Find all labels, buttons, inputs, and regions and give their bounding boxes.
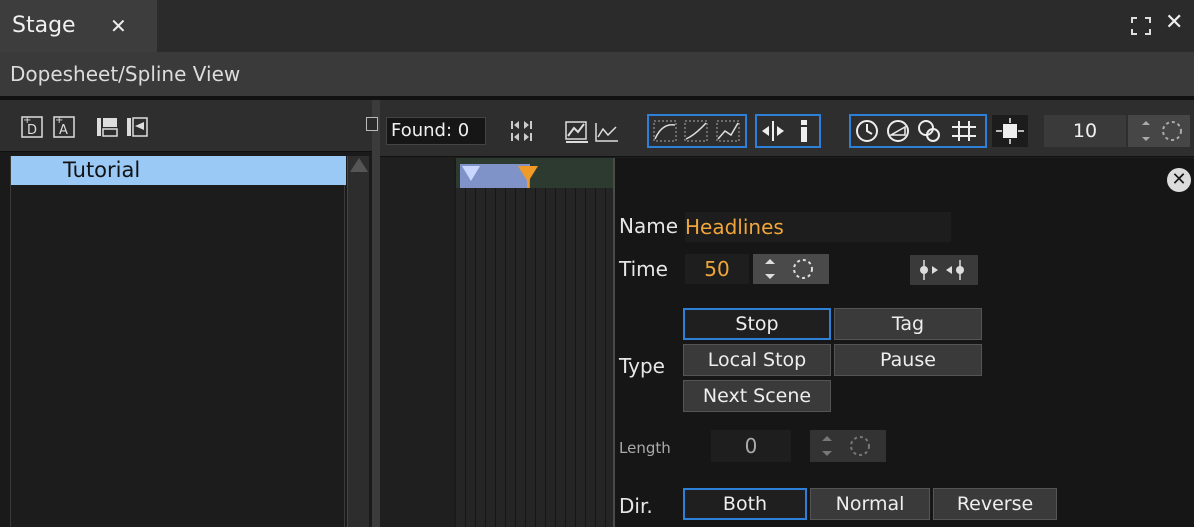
close-panel-icon[interactable]: ✕ [1165,10,1183,35]
key-nav-icon[interactable] [910,255,978,285]
zoom-input[interactable]: 10 [1044,115,1126,147]
graph-icon[interactable] [563,115,591,147]
tree-pane: D + A + Tutorial [0,100,372,527]
info-icon[interactable] [789,115,819,147]
add-tag-icon[interactable] [124,112,150,140]
timeline-area[interactable] [380,158,613,527]
add-stop-icon[interactable] [94,112,120,140]
name-field[interactable]: Headlines [685,212,951,242]
spline-icon-3[interactable] [713,115,743,147]
length-value: 0 [744,434,758,458]
start-marker-icon[interactable] [462,166,480,181]
tab-stage-label: Stage [12,13,76,38]
tab-stage[interactable]: Stage ✕ [0,0,157,52]
length-spinner[interactable] [810,430,886,462]
tab-close-icon[interactable]: ✕ [110,0,127,52]
scroll-up-icon[interactable] [350,158,368,172]
add-director-icon[interactable]: D + [20,112,46,140]
tree-item-label: Tutorial [63,158,141,182]
pane-splitter[interactable] [372,100,380,527]
scene-tree: Tutorial [10,156,346,527]
type-stop-button[interactable]: Stop [683,308,831,340]
time-label: Time [619,257,668,281]
clock-search-icon[interactable] [883,115,913,147]
view-title: Dopesheet/Spline View [0,52,1194,96]
snap-icon[interactable] [992,115,1028,147]
grid-icon[interactable] [947,115,981,147]
dir-both-button[interactable]: Both [683,488,807,520]
type-pause-button[interactable]: Pause [834,344,982,376]
svg-text:+: + [55,115,63,126]
name-value: Headlines [685,215,784,239]
found-count-text: Found: 0 [391,120,470,141]
zoom-value: 10 [1072,120,1098,142]
zoom-spinner[interactable] [1128,115,1190,147]
move-icon[interactable] [758,115,788,147]
type-local-stop-button[interactable]: Local Stop [683,344,831,376]
spline-icon-2[interactable] [681,115,711,147]
dopesheet-toolbar: Found: 0 10 [380,100,1194,157]
length-field[interactable]: 0 [711,430,791,462]
add-actor-icon[interactable]: A + [52,112,78,140]
clock-icon[interactable] [852,115,882,147]
timeline-gutter [380,158,454,527]
time-value: 50 [704,257,730,281]
tree-scrollbar[interactable] [347,156,369,527]
svg-text:+: + [23,115,31,126]
dir-reverse-button[interactable]: Reverse [933,488,1057,520]
dir-label: Dir. [619,494,653,518]
clock-filter-icon[interactable] [914,115,944,147]
type-tag-button[interactable]: Tag [834,308,982,340]
type-label: Type [619,354,665,378]
line-icon[interactable] [593,115,621,147]
tab-bar: Stage ✕ ✕ [0,0,1194,52]
time-spinner[interactable] [753,254,829,284]
stop-properties-panel: ✕ Name Headlines Time 50 Type Stop Tag L… [613,158,1194,527]
time-field[interactable]: 50 [685,254,749,284]
view-title-label: Dopesheet/Spline View [10,62,241,86]
expand-icon[interactable] [1130,16,1152,36]
spline-icon-1[interactable] [650,115,680,147]
length-label: Length [619,439,671,457]
splitter-handle[interactable] [366,117,378,131]
timeline-grid[interactable] [456,188,613,527]
type-next-scene-button[interactable]: Next Scene [683,380,831,412]
name-label: Name [619,214,679,238]
found-count: Found: 0 [386,117,486,145]
tree-item-tutorial[interactable]: Tutorial [11,156,346,185]
close-icon[interactable]: ✕ [1167,168,1191,192]
dir-normal-button[interactable]: Normal [810,488,930,520]
tree-toolbar: D + A + [0,100,372,152]
goto-keys-icon[interactable] [506,115,536,147]
